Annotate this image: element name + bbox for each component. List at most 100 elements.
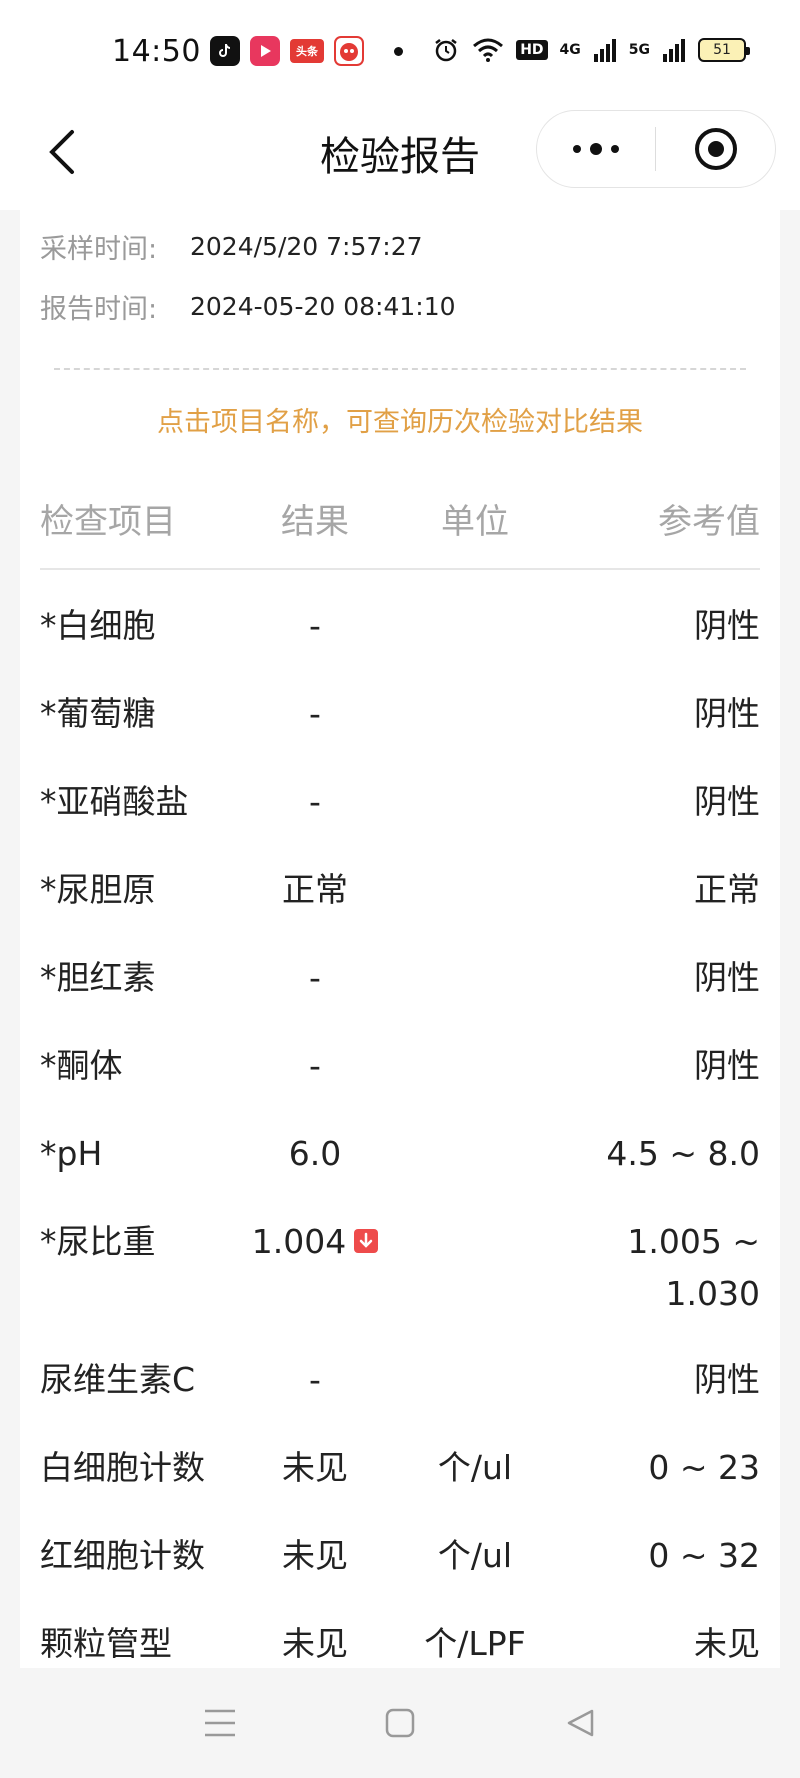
reference-value: 0 ~ 23	[648, 1448, 760, 1487]
hd-icon: HD	[516, 40, 548, 60]
result-value: 未见	[282, 1448, 348, 1487]
result-value: -	[309, 606, 321, 645]
signal-icon-2	[663, 39, 685, 62]
result-value: 未见	[282, 1536, 348, 1575]
item-name-link[interactable]: 尿维生素C	[40, 1354, 195, 1406]
report-card: 采样时间: 2024/5/20 7:57:27 报告时间: 2024-05-20…	[20, 210, 780, 1668]
reference-value: 阴性	[694, 606, 760, 645]
sample-time-label: 采样时间:	[40, 233, 158, 265]
item-name-link[interactable]: *胆红素	[40, 952, 156, 1004]
item-name-link[interactable]: 白细胞计数	[40, 1442, 205, 1494]
status-time: 14:50	[112, 34, 201, 69]
reference-value-line2: 1.030	[665, 1274, 760, 1313]
menu-icon	[205, 1709, 235, 1737]
result-value: 正常	[282, 870, 348, 909]
reference-value: 4.5 ~ 8.0	[606, 1134, 760, 1173]
menu-button[interactable]	[195, 1698, 245, 1748]
unit-value: 个/ul	[437, 1448, 513, 1487]
signal-icon	[593, 39, 616, 62]
reference-value: 阴性	[694, 782, 760, 821]
table-row: *胆红素 - 阴性	[40, 932, 760, 1020]
sample-time-row: 采样时间: 2024/5/20 7:57:27	[40, 226, 423, 266]
target-icon	[694, 128, 737, 170]
reference-value: 阴性	[694, 1046, 760, 1085]
item-name-link[interactable]: *亚硝酸盐	[40, 776, 189, 828]
table-header: 检查项目 结果 单位 参考值	[40, 480, 760, 570]
table-row: *亚硝酸盐 - 阴性	[40, 756, 760, 844]
more-notifications-dot	[394, 46, 403, 56]
report-time-value: 2024-05-20 08:41:10	[190, 291, 456, 321]
more-button[interactable]	[537, 111, 655, 187]
reference-value: 阴性	[694, 958, 760, 997]
tiktok-icon	[210, 36, 240, 66]
item-name-link[interactable]: 颗粒管型	[40, 1618, 172, 1668]
system-icons: HD 4G 5G 51	[432, 36, 750, 64]
reference-value: 正常	[694, 870, 760, 909]
mascot-icon	[334, 36, 364, 66]
reference-value: 1.005 ~ 1.030	[627, 1216, 760, 1320]
table-row: *白细胞 - 阴性	[40, 580, 760, 668]
result-value-cell: 1.004	[240, 1216, 390, 1268]
reference-value: 阴性	[694, 1360, 760, 1399]
back-nav-button[interactable]	[555, 1698, 605, 1748]
result-value: -	[309, 1046, 321, 1085]
arrow-down-icon	[354, 1228, 379, 1253]
result-value: 未见	[282, 1624, 348, 1663]
result-value: -	[309, 782, 321, 821]
triangle-back-icon	[567, 1709, 594, 1737]
unit-value: 个/LPF	[424, 1624, 526, 1663]
result-value: -	[309, 694, 321, 733]
dashed-divider	[54, 368, 746, 370]
reference-value: 阴性	[694, 694, 760, 733]
square-icon	[385, 1708, 415, 1738]
sample-time-value: 2024/5/20 7:57:27	[190, 231, 423, 261]
table-row: *酮体 - 阴性	[40, 1020, 760, 1108]
item-name-link[interactable]: *尿胆原	[40, 864, 156, 916]
header-reference: 参考值	[658, 502, 760, 542]
reference-value-line1: 1.005 ~	[627, 1222, 760, 1261]
table-row: 白细胞计数 未见 个/ul 0 ~ 23	[40, 1422, 760, 1510]
result-value: 1.004	[251, 1222, 347, 1261]
report-time-label: 报告时间:	[40, 293, 158, 325]
result-table-body: *白细胞 - 阴性 *葡萄糖 - 阴性 *亚硝酸盐 - 阴性 *尿胆原 正常 正…	[40, 580, 760, 1668]
header-item: 检查项目	[40, 502, 176, 542]
reference-value: 未见	[694, 1624, 760, 1663]
result-value: -	[309, 958, 321, 997]
item-name-link[interactable]: *白细胞	[40, 600, 156, 652]
network-4g: 4G	[559, 42, 581, 58]
item-name-link[interactable]: *葡萄糖	[40, 688, 156, 740]
item-name-link[interactable]: *pH	[40, 1128, 102, 1180]
mini-program-capsule	[536, 110, 776, 188]
close-mini-program-button[interactable]	[656, 111, 775, 187]
table-row: 尿维生素C - 阴性	[40, 1334, 760, 1422]
result-value: -	[309, 1360, 321, 1399]
table-row: *pH 6.0 4.5 ~ 8.0	[40, 1108, 760, 1196]
status-bar: 14:50 头条 HD 4G 5G 51	[0, 0, 800, 100]
report-time-row: 报告时间: 2024-05-20 08:41:10	[40, 286, 456, 326]
header-unit: 单位	[441, 502, 509, 542]
home-button[interactable]	[375, 1698, 425, 1748]
item-name-link[interactable]: 红细胞计数	[40, 1530, 205, 1582]
video-icon	[250, 36, 280, 66]
table-row: 颗粒管型 未见 个/LPF 未见	[40, 1598, 760, 1668]
table-row: *尿比重 1.004 1.005 ~ 1.030	[40, 1196, 760, 1334]
unit-value: 个/ul	[437, 1536, 513, 1575]
network-5g: 5G	[628, 42, 650, 58]
history-hint: 点击项目名称，可查询历次检验对比结果	[157, 407, 643, 438]
system-nav-bar	[0, 1668, 800, 1778]
result-value: 6.0	[288, 1134, 342, 1173]
more-dots-icon	[573, 143, 619, 155]
reference-value: 0 ~ 32	[648, 1536, 760, 1575]
item-name-link[interactable]: *酮体	[40, 1040, 123, 1092]
wifi-icon	[473, 38, 504, 62]
nav-bar: 检验报告	[0, 100, 800, 210]
table-row: *葡萄糖 - 阴性	[40, 668, 760, 756]
notification-icons: 头条	[210, 36, 403, 66]
toutiao-icon: 头条	[290, 39, 324, 63]
table-row: *尿胆原 正常 正常	[40, 844, 760, 932]
table-row: 红细胞计数 未见 个/ul 0 ~ 32	[40, 1510, 760, 1598]
battery-icon: 51	[698, 38, 750, 62]
header-result: 结果	[281, 502, 349, 542]
alarm-icon	[435, 39, 457, 62]
item-name-link[interactable]: *尿比重	[40, 1216, 156, 1268]
